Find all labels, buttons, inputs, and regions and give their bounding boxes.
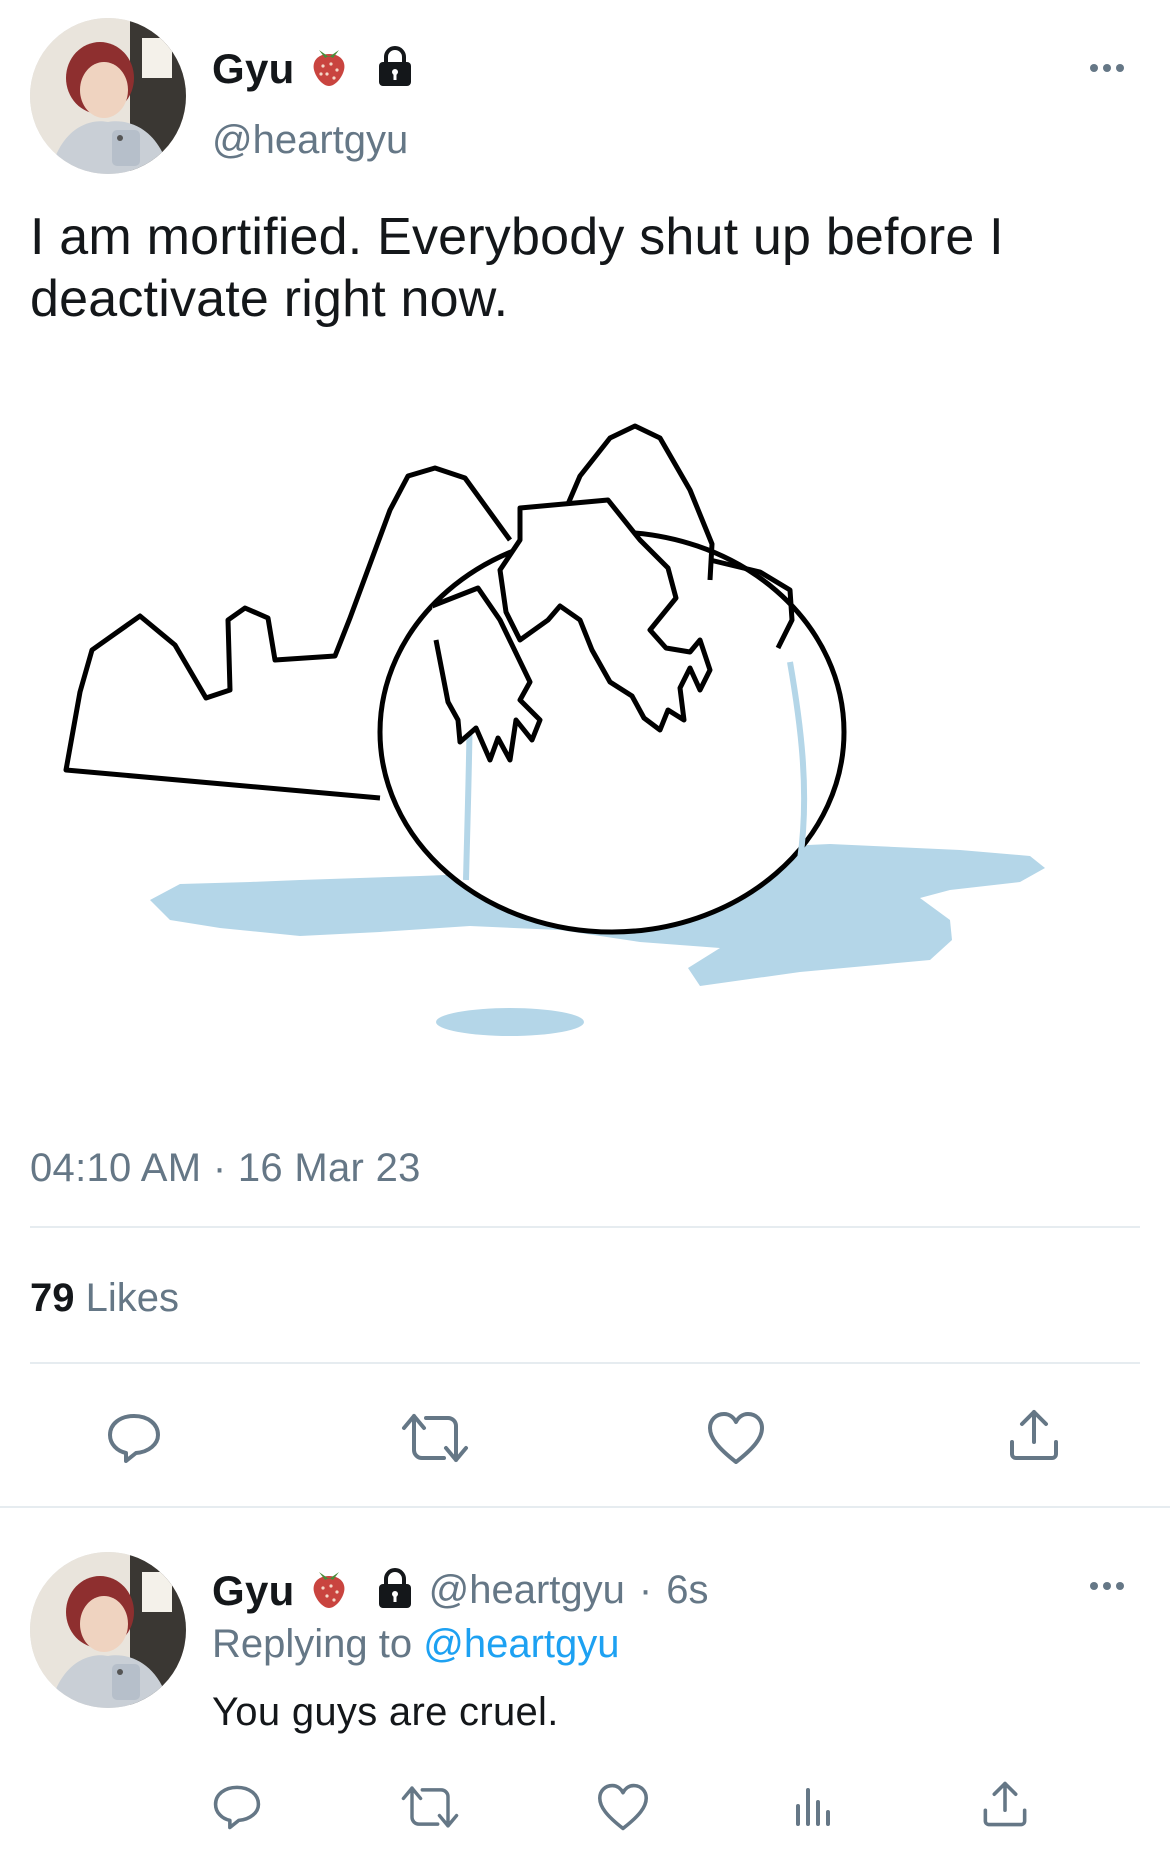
like-button[interactable]	[706, 1410, 766, 1466]
tweet-image[interactable]	[0, 420, 1170, 1070]
reply-author-row: Gyu @heartgyu · 6s	[212, 1566, 708, 1615]
retweet-icon	[401, 1786, 459, 1828]
reply-author-name[interactable]: Gyu	[212, 1567, 295, 1615]
reply-icon	[108, 1414, 160, 1463]
small-puddle	[436, 1008, 584, 1036]
author-handle[interactable]: @heartgyu	[212, 118, 408, 163]
reply-like-button[interactable]	[596, 1782, 650, 1832]
reply-share-button[interactable]	[980, 1778, 1030, 1830]
avatar-photo	[30, 18, 186, 174]
reply-handle[interactable]: @heartgyu	[429, 1568, 625, 1613]
reply-icon	[213, 1785, 261, 1830]
avatar[interactable]	[30, 18, 186, 174]
strawberry-icon	[309, 44, 349, 93]
like-icon	[597, 1783, 648, 1831]
retweet-button[interactable]	[400, 1412, 470, 1464]
reply-retweet-button[interactable]	[400, 1784, 460, 1830]
author-row: Gyu	[212, 44, 415, 93]
tweet-time: 04:10 AM	[30, 1146, 202, 1190]
strawberry-icon	[309, 1566, 349, 1615]
replying-to-prefix: Replying to	[212, 1622, 413, 1666]
likes-number: 79	[30, 1276, 75, 1320]
like-icon	[708, 1412, 764, 1464]
meta-separator: ·	[212, 1146, 227, 1190]
avatar-photo	[30, 1552, 186, 1708]
section-divider	[0, 1506, 1170, 1508]
divider	[30, 1226, 1140, 1228]
reply-text: You guys are cruel.	[212, 1690, 559, 1734]
more-options-icon[interactable]	[1090, 64, 1124, 72]
share-icon	[1010, 1410, 1058, 1460]
replying-to-link[interactable]: @heartgyu	[423, 1622, 619, 1666]
reply-reply-button[interactable]	[212, 1782, 262, 1832]
likes-label: Likes	[85, 1276, 180, 1320]
lock-icon	[375, 45, 415, 92]
share-icon	[983, 1781, 1027, 1827]
reply-more-options-icon[interactable]	[1090, 1582, 1124, 1590]
retweet-icon	[402, 1414, 468, 1462]
tweet-date: 16 Mar 23	[237, 1146, 421, 1190]
reply-separator: ·	[638, 1568, 653, 1612]
reply-analytics-button[interactable]	[792, 1784, 836, 1828]
share-button[interactable]	[1006, 1406, 1062, 1464]
likes-count[interactable]: 79 Likes	[30, 1276, 179, 1321]
divider	[30, 1362, 1140, 1364]
tweet-text: I am mortified. Everybody shut up before…	[30, 208, 1004, 328]
crying-blob-drawing	[63, 423, 1045, 1036]
tweet-timestamp[interactable]: 04:10 AM · 16 Mar 23	[30, 1146, 421, 1191]
reply-avatar[interactable]	[30, 1552, 186, 1708]
reply-age[interactable]: 6s	[666, 1568, 708, 1613]
replying-to: Replying to @heartgyu	[212, 1622, 620, 1667]
author-name[interactable]: Gyu	[212, 45, 295, 93]
analytics-icon	[796, 1788, 830, 1826]
reply-button[interactable]	[106, 1410, 162, 1466]
lock-icon	[375, 1567, 415, 1614]
